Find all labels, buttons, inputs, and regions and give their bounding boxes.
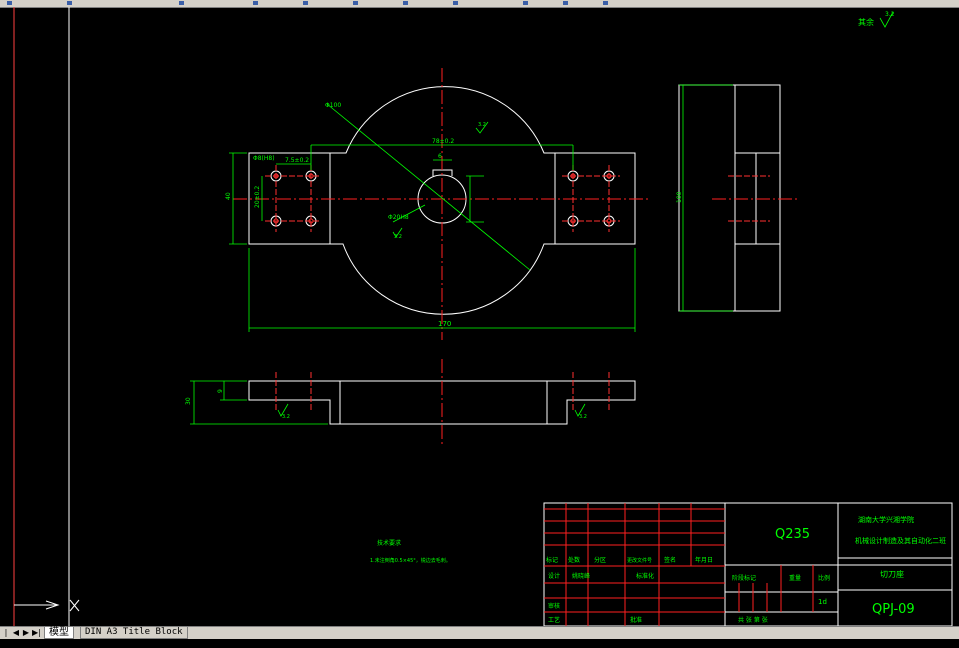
dim-keyway: 6	[438, 153, 442, 160]
open-file-icon[interactable]	[4, 0, 14, 6]
first-tab-button[interactable]: |◀	[2, 628, 10, 647]
row-label-2: 分区	[594, 556, 606, 564]
redo-icon[interactable]	[300, 0, 310, 6]
side-view-right: 100	[676, 84, 797, 312]
properties-icon[interactable]	[520, 0, 530, 6]
check-label: 审核	[548, 602, 560, 610]
tab-layout-din-a3[interactable]: DIN A3 Title Block	[80, 627, 188, 639]
rough-front-a: 3.2	[282, 414, 290, 420]
undo-icon[interactable]	[250, 0, 260, 6]
rough-front-b: 3.2	[579, 414, 587, 420]
dim-30: 30	[185, 397, 192, 405]
notes-title: 技术要求	[377, 539, 401, 547]
general-roughness-label: 其余	[858, 17, 874, 27]
std-label: 标准化	[636, 572, 654, 580]
row-label-1: 处数	[568, 556, 580, 564]
dim-9: 9	[217, 389, 224, 393]
title-school: 湖南大学兴湘学院	[858, 515, 914, 524]
title-block: Q235 湖南大学兴湘学院 机械设计制造及其自动化二班 切刀座 QPJ-09 阶…	[543, 502, 953, 626]
title-stage-label: 阶段标记	[732, 574, 756, 582]
title-part-name: 切刀座	[880, 569, 904, 579]
pan-icon[interactable]	[350, 0, 360, 6]
title-material: Q235	[775, 527, 810, 542]
zoom-icon[interactable]	[400, 0, 410, 6]
title-drawing-no: QPJ-09	[872, 602, 915, 617]
dim-7-5: 7.5±0.2	[285, 157, 309, 164]
front-view: 30 9 3.2 3.2	[185, 359, 636, 447]
dim-170: 170	[438, 320, 451, 328]
plan-view: Φ100 78±0.2 6 Φ8(H8) 7.5±0.2 170 40 20±0…	[225, 68, 650, 340]
drawing-canvas[interactable]: 其余 3.2 Φ100 78±0.2 6 Φ8(H8) 7.5±0.2 170 …	[0, 7, 959, 626]
dim-phi100: Φ100	[325, 102, 341, 109]
next-tab-button[interactable]: ▶	[22, 628, 30, 638]
row-label-4: 签名	[664, 556, 676, 564]
dim-hole: Φ8(H8)	[253, 155, 275, 162]
process-label: 工艺	[548, 616, 560, 624]
layout-tab-bar: |◀ ◀ ▶ ▶| 模型 DIN A3 Title Block	[0, 626, 959, 647]
prev-tab-button[interactable]: ◀	[12, 628, 20, 638]
title-qty: 1d	[818, 598, 827, 606]
save-icon[interactable]	[64, 0, 74, 6]
general-roughness-value: 3.2	[885, 11, 895, 18]
design-label: 设计	[548, 572, 560, 580]
zoom-window-icon[interactable]	[450, 0, 460, 6]
row-label-5: 年月日	[695, 556, 713, 564]
rough-a: 3.2	[478, 122, 486, 128]
approve-label: 批准	[630, 616, 642, 624]
tab-model[interactable]: 模型	[44, 627, 74, 639]
designer-name: 姚晓峰	[572, 572, 590, 580]
row-label-3: 更改文件号	[627, 557, 652, 564]
last-tab-button[interactable]: ▶|	[32, 628, 41, 638]
dim-20: 20±0.2	[254, 186, 261, 208]
title-scale-label: 比例	[818, 574, 830, 582]
print-icon[interactable]	[176, 0, 186, 6]
dim-40: 40	[225, 192, 232, 200]
title-sheet-label: 共 张 第 张	[738, 616, 768, 624]
dim-78: 78±0.2	[432, 138, 454, 145]
layer-icon[interactable]	[560, 0, 570, 6]
help-icon[interactable]	[600, 0, 610, 6]
title-project: 机械设计制造及其自动化二班	[855, 536, 946, 545]
title-weight-label: 重量	[789, 574, 801, 582]
rough-b: 3.2	[394, 234, 402, 240]
dim-bore: Φ20H8	[388, 214, 409, 221]
row-label-0: 标记	[546, 556, 558, 564]
dim-100: 100	[676, 191, 683, 203]
notes-line: 1.未注倒角0.5×45°，锐边去毛刺。	[370, 557, 451, 564]
